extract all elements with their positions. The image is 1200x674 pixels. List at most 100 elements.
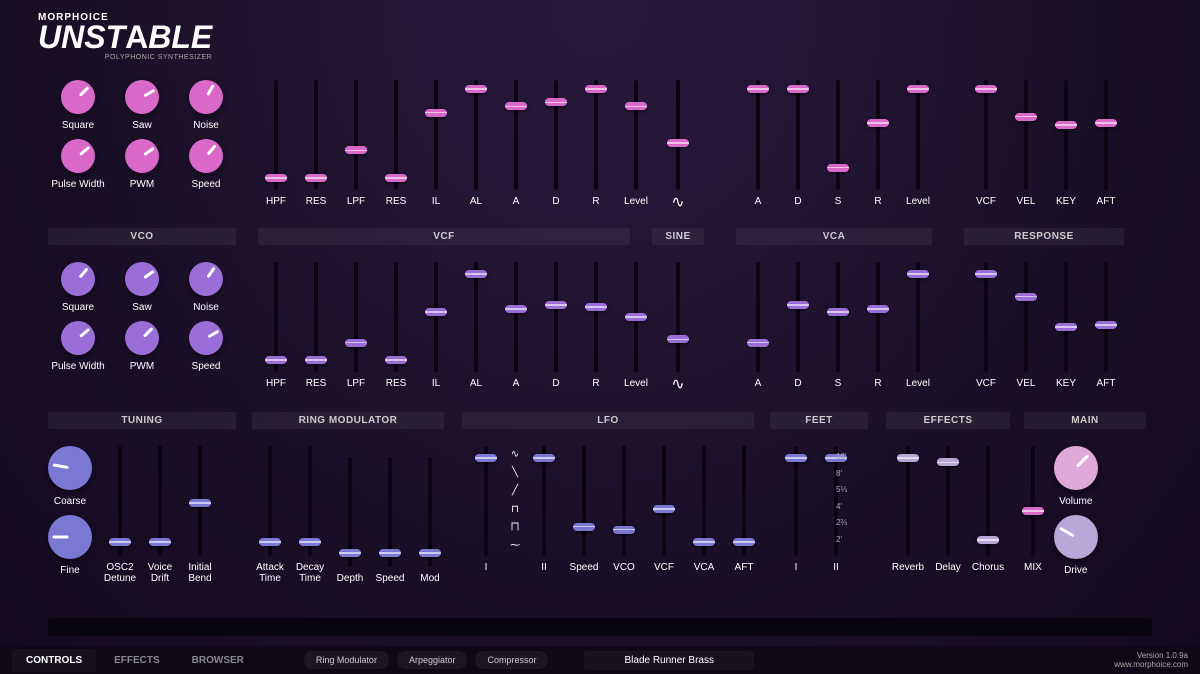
- slider-r[interactable]: [594, 80, 598, 190]
- slider-vcf[interactable]: [984, 262, 988, 372]
- vco1-knobs: SquareSawNoisePulse WidthPWMSpeed: [48, 80, 236, 190]
- knob-pwm[interactable]: [125, 139, 159, 173]
- slider-mod[interactable]: [428, 457, 432, 567]
- knob-saw[interactable]: [125, 80, 159, 114]
- slider-lpf[interactable]: [354, 262, 358, 372]
- slider-vel[interactable]: [1024, 262, 1028, 372]
- knob-saw[interactable]: [125, 262, 159, 296]
- sine1-slider[interactable]: [676, 80, 680, 190]
- tuning-coarse-knob[interactable]: [48, 446, 92, 490]
- knob-pulse-width[interactable]: [61, 139, 95, 173]
- tab-browser[interactable]: BROWSER: [178, 649, 258, 672]
- slider-vco[interactable]: [622, 446, 626, 556]
- slider-level[interactable]: [916, 80, 920, 190]
- section-effects: EFFECTS: [886, 412, 1010, 429]
- slider-voice-drift[interactable]: [158, 446, 162, 556]
- slider-il[interactable]: [434, 80, 438, 190]
- slider-a[interactable]: [756, 262, 760, 372]
- slider-res[interactable]: [394, 80, 398, 190]
- preset-selector[interactable]: Blade Runner Brass: [584, 651, 754, 670]
- slider-speed[interactable]: [388, 457, 392, 567]
- slider-chorus[interactable]: [986, 446, 990, 556]
- vcf2-sliders: HPFRESLPFRESILALADRLevel: [258, 262, 654, 389]
- slider-key[interactable]: [1064, 80, 1068, 190]
- chip-arpeggiator[interactable]: Arpeggiator: [397, 651, 468, 669]
- slider-key[interactable]: [1064, 262, 1068, 372]
- slider-il[interactable]: [434, 262, 438, 372]
- slider-decay-time[interactable]: [308, 446, 312, 556]
- slider-speed[interactable]: [582, 446, 586, 556]
- slider-reverb[interactable]: [906, 446, 910, 556]
- tab-controls[interactable]: CONTROLS: [12, 649, 96, 672]
- slider-d[interactable]: [796, 80, 800, 190]
- slider-aft[interactable]: [1104, 262, 1108, 372]
- slider-al[interactable]: [474, 80, 478, 190]
- knob-pulse-width[interactable]: [61, 321, 95, 355]
- slider-s[interactable]: [836, 262, 840, 372]
- knob-speed[interactable]: [189, 321, 223, 355]
- slider-res[interactable]: [394, 262, 398, 372]
- chip-ring-modulator[interactable]: Ring Modulator: [304, 651, 389, 669]
- slider-a[interactable]: [514, 262, 518, 372]
- section-lfo: LFO: [462, 412, 754, 429]
- slider-r[interactable]: [876, 80, 880, 190]
- slider-hpf[interactable]: [274, 262, 278, 372]
- slider-res[interactable]: [314, 80, 318, 190]
- bottom-bar: CONTROLSEFFECTSBROWSER Ring Modulator Arp…: [0, 646, 1200, 674]
- slider-res[interactable]: [314, 262, 318, 372]
- slider-vel[interactable]: [1024, 80, 1028, 190]
- slider-i[interactable]: [484, 446, 488, 556]
- slider-initial-bend[interactable]: [198, 446, 202, 556]
- section-response: RESPONSE: [964, 228, 1124, 245]
- slider-depth[interactable]: [348, 457, 352, 567]
- slider-hpf[interactable]: [274, 80, 278, 190]
- slider-attack-time[interactable]: [268, 446, 272, 556]
- slider-delay[interactable]: [946, 446, 950, 556]
- slider-a[interactable]: [756, 80, 760, 190]
- tab-effects[interactable]: EFFECTS: [100, 649, 174, 672]
- lfo-panel: I ∿╲╱⊓⨅⁓ IISpeedVCOVCFVCAAFT: [468, 446, 762, 573]
- slider-vca[interactable]: [702, 446, 706, 556]
- resp1-sliders: VCFVELKEYAFT: [968, 80, 1124, 207]
- knob-pwm[interactable]: [125, 321, 159, 355]
- slider-aft[interactable]: [742, 446, 746, 556]
- slider-osc2-detune[interactable]: [118, 446, 122, 556]
- knob-square[interactable]: [61, 262, 95, 296]
- slider-d[interactable]: [554, 262, 558, 372]
- vca2-sliders: ADSRLevel: [740, 262, 936, 389]
- knob-speed[interactable]: [189, 139, 223, 173]
- slider-vcf[interactable]: [662, 446, 666, 556]
- chip-compressor[interactable]: Compressor: [475, 651, 548, 669]
- slider-d[interactable]: [796, 262, 800, 372]
- volume-knob[interactable]: [1054, 446, 1098, 490]
- drive-knob[interactable]: [1054, 515, 1098, 559]
- sine-panel: ∿: [660, 80, 696, 212]
- slider-r[interactable]: [876, 262, 880, 372]
- knob-noise[interactable]: [189, 262, 223, 296]
- slider-level[interactable]: [634, 80, 638, 190]
- knob-noise[interactable]: [189, 80, 223, 114]
- sine-icon: ∿: [671, 374, 684, 394]
- slider-i[interactable]: [794, 446, 798, 556]
- slider-d[interactable]: [554, 80, 558, 190]
- slider-level[interactable]: [634, 262, 638, 372]
- knob-square[interactable]: [61, 80, 95, 114]
- slider-lpf[interactable]: [354, 80, 358, 190]
- sine-icon: ∿: [671, 192, 684, 212]
- slider-level[interactable]: [916, 262, 920, 372]
- tuning-fine-knob[interactable]: [48, 515, 92, 559]
- mix-slider[interactable]: [1031, 446, 1035, 556]
- slider-r[interactable]: [594, 262, 598, 372]
- slider-vcf[interactable]: [984, 80, 988, 190]
- vcf1-sliders: HPFRESLPFRESILALADRLevel: [258, 80, 654, 207]
- resp2-sliders: VCFVELKEYAFT: [968, 262, 1124, 389]
- slider-al[interactable]: [474, 262, 478, 372]
- sine2-panel: ∿: [660, 262, 696, 394]
- slider-aft[interactable]: [1104, 80, 1108, 190]
- slider-s[interactable]: [836, 80, 840, 190]
- slider-ii[interactable]: [542, 446, 546, 556]
- main-panel: III MIX Volume Drive: [1024, 446, 1098, 576]
- slider-a[interactable]: [514, 80, 518, 190]
- sine2-slider[interactable]: [676, 262, 680, 372]
- version-info: Version 1.0.9a www.morphoice.com: [1114, 651, 1188, 670]
